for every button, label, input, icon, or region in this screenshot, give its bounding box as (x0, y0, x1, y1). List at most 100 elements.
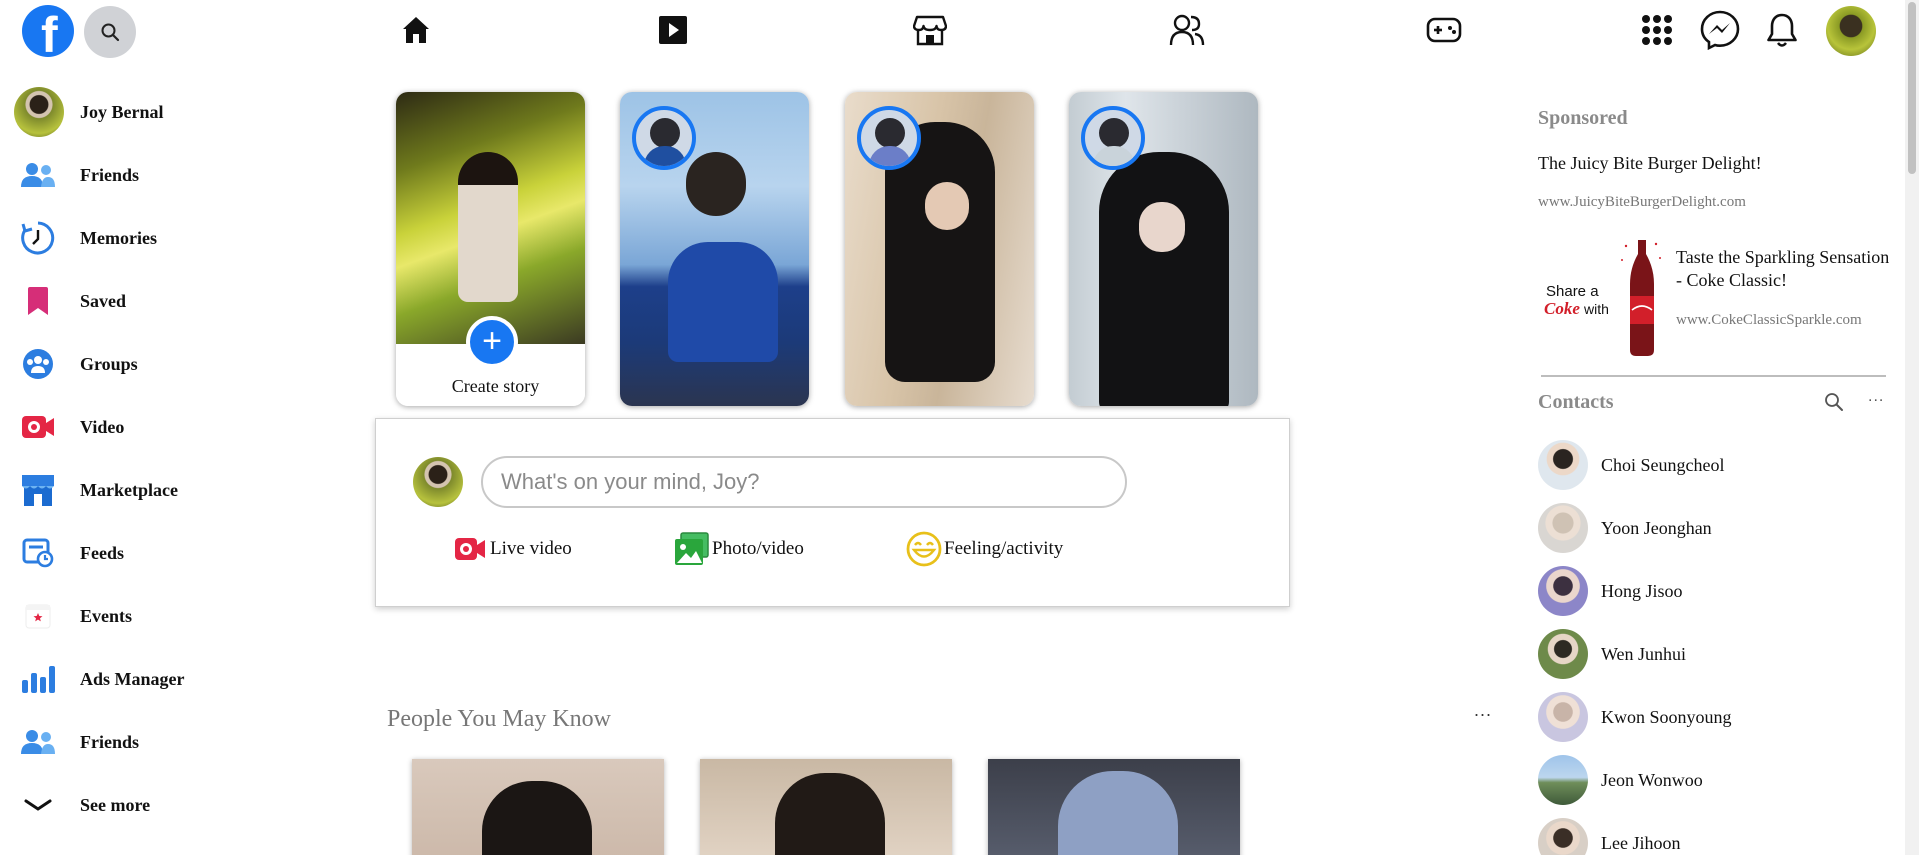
create-story-card[interactable]: + Create story (396, 92, 585, 406)
memories-clock-icon (18, 218, 58, 258)
people-you-may-know-title: People You May Know (387, 706, 612, 732)
contact-item[interactable]: Jeon Wonwoo (1538, 755, 1868, 805)
messenger-button[interactable] (1697, 7, 1743, 53)
sidebar-item-label: Memories (80, 227, 157, 248)
watch-nav-button[interactable] (655, 12, 691, 48)
photo-video-icon (674, 531, 710, 567)
ad-title[interactable]: The Juicy Bite Burger Delight! (1538, 153, 1762, 174)
sidebar-item-label: Ads Manager (80, 668, 185, 689)
status-input[interactable] (481, 456, 1127, 508)
page-scrollbar[interactable] (1905, 0, 1919, 855)
account-avatar[interactable] (1826, 6, 1876, 56)
contact-item[interactable]: Wen Junhui (1538, 629, 1868, 679)
story-card[interactable] (845, 92, 1034, 406)
story-person-image (458, 152, 518, 302)
contact-item[interactable]: Lee Jihoon (1538, 818, 1868, 855)
sidebar-item-marketplace[interactable]: Marketplace (18, 464, 288, 516)
contact-item[interactable]: Hong Jisoo (1538, 566, 1868, 616)
saved-bookmark-icon (18, 281, 58, 321)
pymk-more-options-button[interactable]: ... (1474, 700, 1492, 721)
sidebar-item-label: Feeds (80, 542, 124, 563)
groups-icon (18, 344, 58, 384)
live-video-icon (452, 531, 488, 567)
facebook-logo-icon[interactable]: f (22, 5, 74, 61)
contact-name: Lee Jihoon (1601, 832, 1681, 853)
menu-button[interactable] (1634, 7, 1680, 53)
contact-item[interactable]: Choi Seungcheol (1538, 440, 1868, 490)
profile-avatar (14, 87, 64, 137)
coke-ad-image[interactable]: Share a Coke with (1538, 232, 1668, 358)
sponsored-heading: Sponsored (1538, 107, 1628, 129)
feeling-activity-label: Feeling/activity (944, 538, 1064, 559)
contacts-heading: Contacts (1538, 391, 1614, 413)
sidebar-item-events[interactable]: Events (18, 590, 288, 642)
search-button[interactable] (84, 6, 136, 58)
sidebar-item-saved[interactable]: Saved (18, 275, 288, 327)
ad-url-link[interactable]: www.CokeClassicSparkle.com (1676, 312, 1862, 329)
sidebar-item-friends[interactable]: Friends (18, 149, 288, 201)
contact-item[interactable]: Kwon Soonyoung (1538, 692, 1868, 742)
feeling-activity-button[interactable]: Feeling/activity (906, 529, 1063, 569)
marketplace-nav-button[interactable] (912, 12, 948, 48)
marketplace-icon (913, 15, 947, 46)
pymk-person-card[interactable] (988, 759, 1240, 855)
contact-item[interactable]: Yoon Jeonghan (1538, 503, 1868, 553)
story-card[interactable] (1069, 92, 1258, 406)
ad-title[interactable]: Taste the Sparkling Sensation - Coke Cla… (1676, 246, 1896, 292)
create-story-label: Create story (451, 376, 540, 396)
messenger-icon (1700, 10, 1740, 50)
contact-avatar (1538, 818, 1588, 855)
groups-nav-button[interactable] (1169, 12, 1205, 48)
contact-name: Wen Junhui (1601, 643, 1687, 664)
notifications-bell-icon (1767, 13, 1797, 47)
home-icon (403, 17, 429, 43)
story-author-avatar (1081, 106, 1145, 170)
sidebar-item-label: Saved (80, 290, 127, 311)
search-icon (101, 23, 120, 42)
contact-name: Kwon Soonyoung (1601, 706, 1732, 727)
live-video-label: Live video (490, 538, 572, 559)
story-author-avatar (857, 106, 921, 170)
contact-name: Hong Jisoo (1601, 580, 1683, 601)
svg-text:with: with (1583, 301, 1609, 317)
sidebar-item-label: Video (80, 416, 125, 437)
sidebar-item-label: Events (80, 605, 133, 626)
events-calendar-icon (18, 596, 58, 636)
contact-avatar (1538, 755, 1588, 805)
pymk-person-card[interactable] (412, 759, 664, 855)
friends-icon (18, 722, 58, 762)
sidebar-item-video[interactable]: Video (18, 401, 288, 453)
sidebar-item-ads-manager[interactable]: Ads Manager (18, 653, 288, 705)
gaming-icon (1426, 17, 1462, 43)
story-card[interactable] (620, 92, 809, 406)
svg-text:Coke: Coke (1544, 299, 1580, 318)
sidebar-item-profile[interactable]: Joy Bernal (14, 86, 288, 138)
photo-video-label: Photo/video (712, 538, 804, 559)
svg-text:Share a: Share a (1546, 283, 1599, 300)
live-video-button[interactable]: Live video (452, 529, 572, 569)
contact-avatar (1538, 566, 1588, 616)
story-author-avatar (632, 106, 696, 170)
contact-avatar (1538, 629, 1588, 679)
menu-grid-icon (1642, 15, 1672, 45)
sidebar-item-feeds[interactable]: Feeds (18, 527, 288, 579)
sidebar-item-label: See more (80, 794, 151, 815)
sidebar-item-label: Groups (80, 353, 138, 374)
pymk-person-card[interactable] (700, 759, 952, 855)
contact-name: Choi Seungcheol (1601, 454, 1725, 475)
sidebar-item-see-more[interactable]: See more (18, 779, 288, 831)
sidebar-item-friends-2[interactable]: Friends (18, 716, 288, 768)
home-nav-button[interactable] (398, 12, 434, 48)
coke-bottle-icon: Share a Coke with (1544, 240, 1661, 356)
sidebar-item-memories[interactable]: Memories (18, 212, 288, 264)
sidebar-item-groups[interactable]: Groups (18, 338, 288, 390)
notifications-button[interactable] (1759, 7, 1805, 53)
ad-url-link[interactable]: www.JuicyBiteBurgerDelight.com (1538, 194, 1746, 211)
scrollbar-thumb[interactable] (1908, 2, 1916, 174)
contacts-more-options-button[interactable]: ... (1868, 388, 1884, 406)
search-icon[interactable] (1823, 391, 1845, 413)
add-story-plus-icon[interactable]: + (466, 316, 518, 368)
sidebar-item-label: Marketplace (80, 479, 178, 500)
gaming-nav-button[interactable] (1426, 12, 1462, 48)
photo-video-button[interactable]: Photo/video (674, 529, 804, 569)
